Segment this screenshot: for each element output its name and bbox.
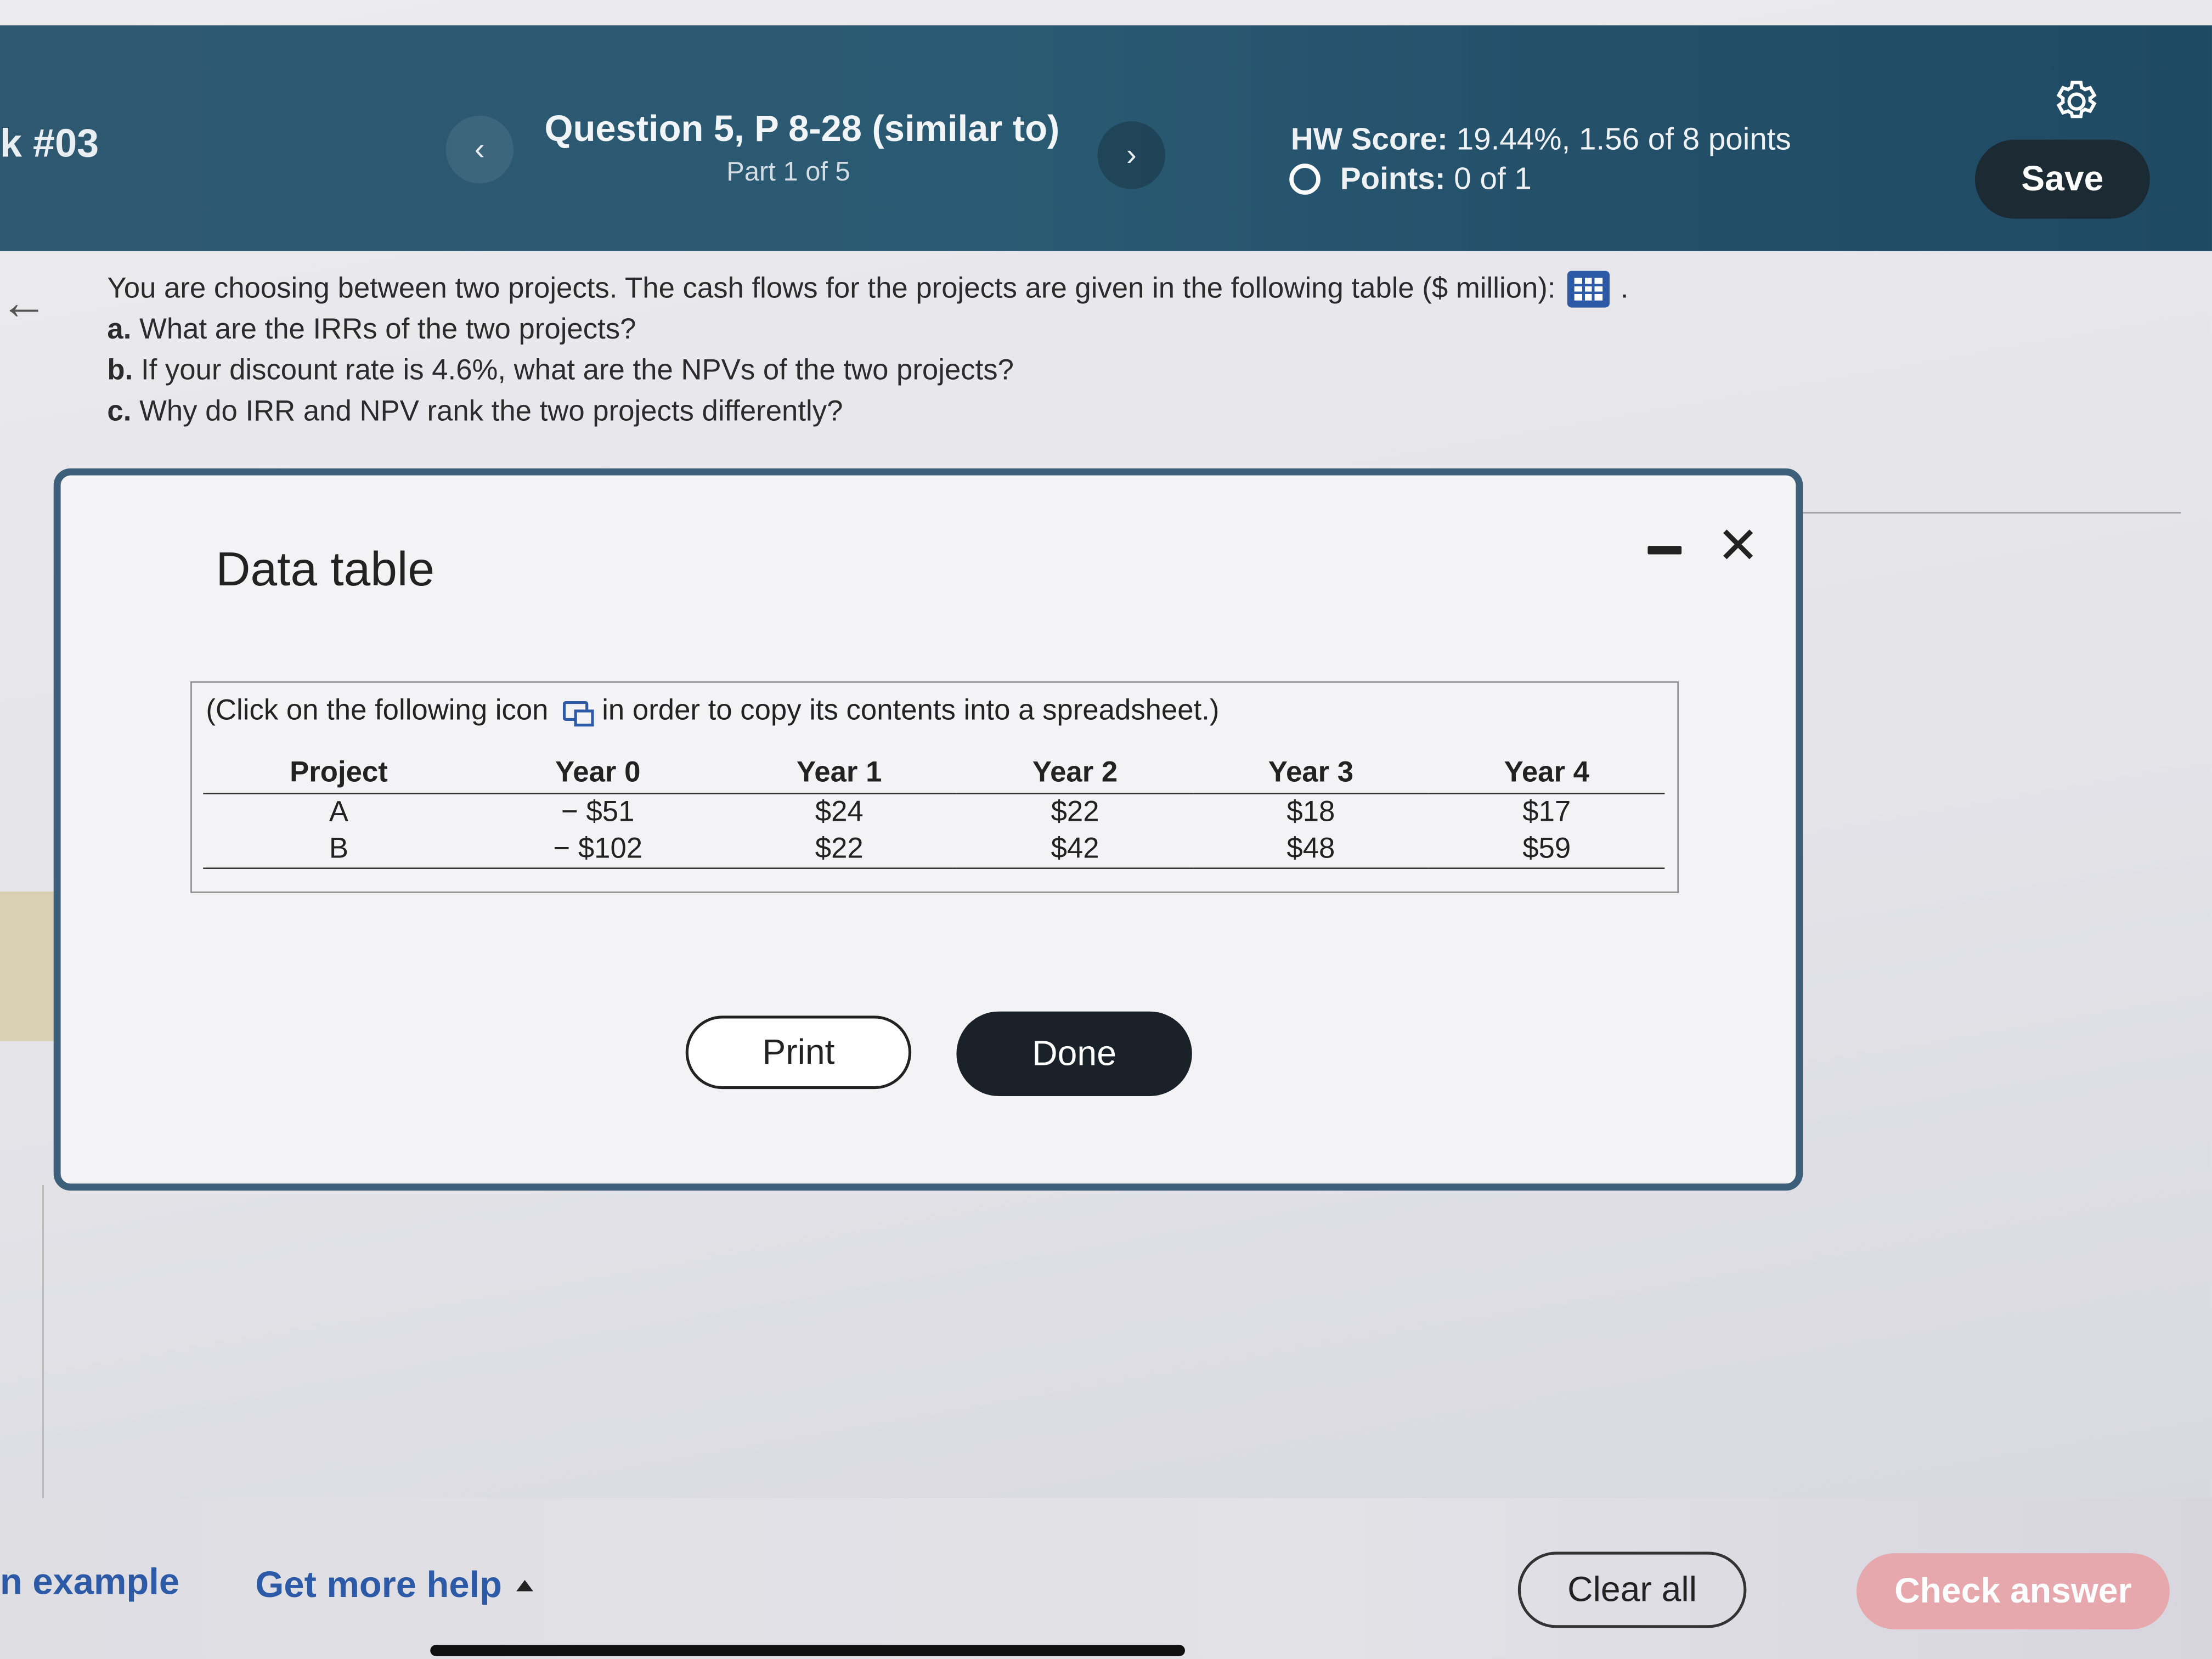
view-example-link[interactable]: n example: [0, 1560, 179, 1604]
table-cell: − $51: [561, 795, 635, 828]
divider: [42, 1184, 44, 1498]
copy-note-text: (Click on the following icon: [206, 694, 549, 727]
table-header-row: Project Year 0 Year 1 Year 2 Year 3 Year…: [203, 756, 1665, 794]
table-cell: $42: [957, 831, 1193, 869]
data-table-icon[interactable]: [1567, 270, 1610, 307]
chevron-right-icon: ›: [1126, 137, 1137, 172]
table-cell: $17: [1522, 795, 1571, 828]
get-more-help-link[interactable]: Get more help: [255, 1563, 533, 1607]
previous-question-button[interactable]: ‹: [445, 115, 514, 184]
column-header: Year 3: [1193, 756, 1429, 794]
question-text: You are choosing between two projects. T…: [107, 268, 1628, 432]
item-text: Why do IRR and NPV rank the two projects…: [139, 394, 843, 428]
item-text: If your discount rate is 4.6%, what are …: [140, 354, 1014, 387]
question-part: Part 1 of 5: [726, 157, 850, 188]
data-table-container: (Click on the following icon in order to…: [190, 681, 1679, 893]
check-answer-button[interactable]: Check answer: [1856, 1553, 2170, 1629]
data-table-dialog: Data table ✕ (Click on the following ico…: [53, 468, 1803, 1191]
column-header: Year 4: [1429, 756, 1665, 794]
question-title: Question 5, P 8-28 (similar to): [544, 107, 1060, 150]
table-cell: $59: [1429, 831, 1665, 869]
close-icon[interactable]: ✕: [1717, 520, 1759, 572]
minimize-icon[interactable]: [1647, 546, 1682, 555]
table-cell: $18: [1286, 795, 1335, 828]
assignment-number[interactable]: k #03: [0, 121, 99, 166]
column-header: Project: [203, 756, 475, 794]
cash-flow-table: Project Year 0 Year 1 Year 2 Year 3 Year…: [203, 756, 1665, 869]
item-marker: c.: [107, 394, 132, 428]
item-marker: b.: [107, 354, 133, 387]
question-item-b: b. If your discount rate is 4.6%, what a…: [107, 350, 1628, 391]
question-item-a: a. What are the IRRs of the two projects…: [107, 309, 1628, 350]
question-header-bar: k #03 ‹ Question 5, P 8-28 (similar to) …: [0, 25, 2212, 251]
points-value: 0 of 1: [1454, 161, 1532, 196]
item-marker: a.: [107, 313, 132, 346]
table-cell: A: [329, 795, 349, 828]
table-row: A − $51 $24 $22 $18 $17: [203, 793, 1664, 831]
dialog-title: Data table: [216, 543, 435, 597]
table-cell: $24: [815, 795, 864, 828]
back-arrow-icon[interactable]: ←: [0, 279, 48, 327]
item-text: What are the IRRs of the two projects?: [139, 313, 636, 346]
question-intro-text: You are choosing between two projects. T…: [107, 272, 1556, 305]
chevron-left-icon: ‹: [474, 131, 485, 167]
done-button[interactable]: Done: [956, 1011, 1192, 1096]
hw-score-label: HW Score:: [1290, 121, 1448, 157]
hw-score: HW Score: 19.44%, 1.56 of 8 points: [1291, 121, 1791, 158]
column-header: Year 0: [474, 756, 721, 794]
column-header: Year 2: [957, 756, 1193, 794]
copy-to-spreadsheet-icon[interactable]: [562, 701, 594, 727]
screen: k #03 ‹ Question 5, P 8-28 (similar to) …: [0, 0, 2212, 1659]
points: Points: 0 of 1: [1289, 161, 1532, 198]
progress-circle-icon: [1289, 163, 1321, 195]
help-label: Get more help: [255, 1563, 502, 1606]
table-row: B − $102 $22 $42 $48 $59: [203, 831, 1665, 869]
table-cell: $22: [721, 831, 957, 869]
copy-instructions: (Click on the following icon in order to…: [206, 694, 1219, 728]
left-edge-panel: [0, 891, 54, 1041]
points-label: Points:: [1340, 161, 1446, 196]
column-header: Year 1: [721, 756, 957, 794]
gear-icon[interactable]: [2051, 76, 2102, 127]
question-intro: You are choosing between two projects. T…: [107, 268, 1628, 309]
print-button[interactable]: Print: [685, 1015, 912, 1090]
home-indicator: [430, 1645, 1185, 1656]
table-cell: − $102: [474, 831, 721, 869]
table-cell: $22: [1051, 795, 1099, 828]
caret-up-icon: [516, 1579, 533, 1591]
hw-score-value: 19.44%, 1.56 of 8 points: [1456, 121, 1791, 157]
clear-all-button[interactable]: Clear all: [1517, 1551, 1747, 1628]
question-item-c: c. Why do IRR and NPV rank the two proje…: [107, 391, 1628, 432]
divider: [1803, 512, 2181, 514]
table-cell: B: [203, 831, 475, 869]
next-question-button[interactable]: ›: [1097, 121, 1165, 189]
question-intro-period: .: [1620, 272, 1629, 305]
copy-note-text: in order to copy its contents into a spr…: [602, 694, 1220, 727]
table-cell: $48: [1193, 831, 1429, 869]
save-button[interactable]: Save: [1974, 139, 2150, 219]
